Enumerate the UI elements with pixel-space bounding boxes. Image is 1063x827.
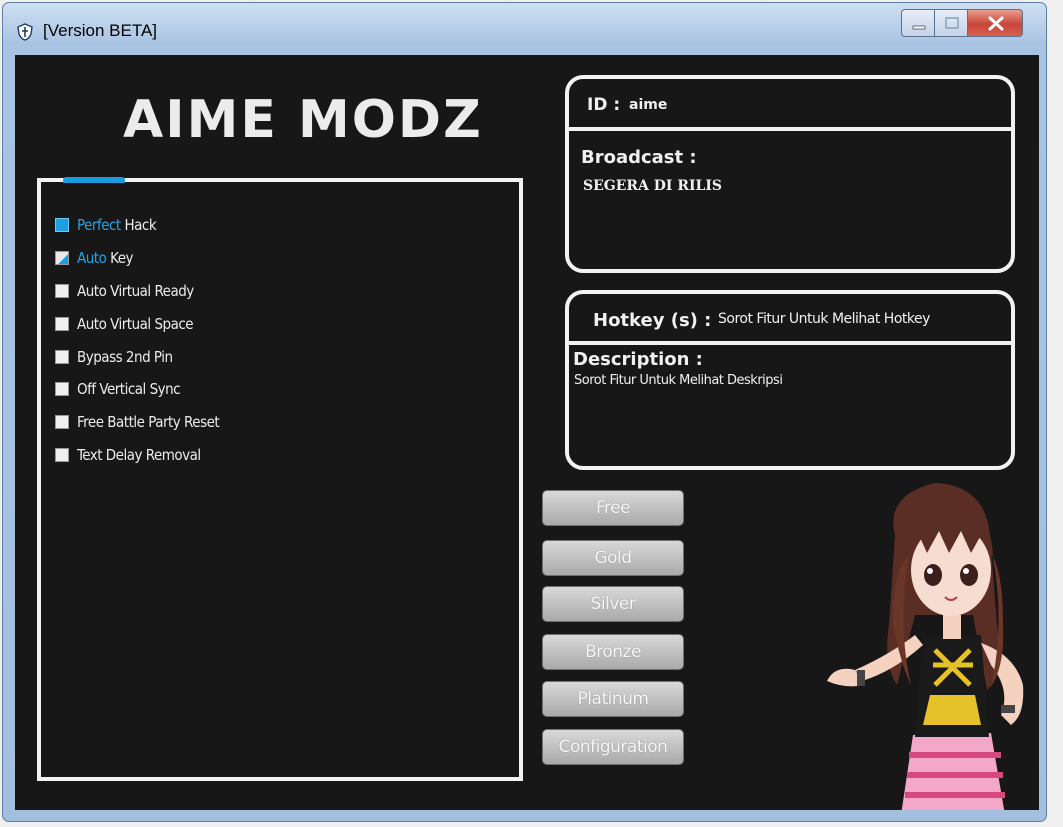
broadcast-label: Broadcast : bbox=[581, 147, 697, 168]
checkbox[interactable] bbox=[55, 218, 69, 232]
feature-label: Auto Virtual Space bbox=[77, 315, 194, 333]
feature-label: Free Battle Party Reset bbox=[77, 413, 220, 431]
hotkey-panel: Hotkey (s) : Sorot Fitur Untuk Melihat H… bbox=[565, 290, 1015, 470]
app-window: [Version BETA] AIME MODZ Perfect Hack Au… bbox=[2, 2, 1047, 822]
client-area: AIME MODZ Perfect Hack Auto Key Auto Vir… bbox=[15, 55, 1039, 810]
checkbox[interactable] bbox=[55, 350, 69, 364]
id-value: aime bbox=[629, 97, 668, 113]
maximize-icon bbox=[945, 17, 959, 29]
feature-label: Text Delay Removal bbox=[77, 446, 201, 464]
character-illustration bbox=[827, 483, 1024, 810]
feature-label: Bypass 2nd Pin bbox=[77, 348, 173, 366]
broadcast-value: SEGERA DI RILIS bbox=[583, 178, 723, 194]
bronze-button[interactable]: Bronze bbox=[542, 634, 684, 670]
checkbox[interactable] bbox=[55, 415, 69, 429]
logo-text: AIME MODZ bbox=[123, 90, 483, 150]
configuration-button[interactable]: Configuration bbox=[542, 729, 684, 765]
checkbox[interactable] bbox=[55, 382, 69, 396]
platinum-button[interactable]: Platinum bbox=[542, 681, 684, 717]
checkbox[interactable] bbox=[55, 317, 69, 331]
checkbox[interactable] bbox=[55, 251, 69, 265]
feature-label-highlight: Perfect bbox=[77, 216, 121, 234]
close-icon bbox=[988, 16, 1004, 31]
feature-tab-indicator bbox=[63, 177, 125, 183]
minimize-icon bbox=[912, 25, 926, 30]
description-label: Description : bbox=[573, 349, 703, 370]
id-label: ID : bbox=[587, 95, 621, 115]
app-shield-icon bbox=[17, 23, 33, 41]
feature-list-panel: Perfect Hack Auto Key Auto Virtual Ready… bbox=[37, 177, 523, 781]
hotkey-value: Sorot Fitur Untuk Melihat Hotkey bbox=[718, 311, 930, 327]
description-value: Sorot Fitur Untuk Melihat Deskripsi bbox=[574, 373, 783, 388]
checkbox[interactable] bbox=[55, 284, 69, 298]
title-bar[interactable]: [Version BETA] bbox=[3, 3, 1046, 55]
close-button[interactable] bbox=[967, 9, 1023, 37]
info-panel: ID : aime Broadcast : SEGERA DI RILIS bbox=[565, 75, 1015, 273]
divider bbox=[569, 127, 1011, 131]
free-button[interactable]: Free bbox=[542, 490, 684, 526]
feature-label-text: Hack bbox=[120, 216, 157, 234]
maximize-button[interactable] bbox=[934, 9, 968, 37]
window-title: [Version BETA] bbox=[43, 21, 158, 40]
checkbox[interactable] bbox=[55, 448, 69, 462]
feature-label: Auto Key bbox=[77, 249, 134, 267]
feature-label-text: Key bbox=[106, 249, 134, 267]
feature-label: Auto Virtual Ready bbox=[77, 282, 194, 300]
hotkey-label: Hotkey (s) : bbox=[593, 310, 712, 331]
feature-label: Perfect Hack bbox=[77, 216, 157, 234]
feature-label-highlight: Auto bbox=[77, 249, 107, 267]
minimize-button[interactable] bbox=[901, 9, 935, 37]
gold-button[interactable]: Gold bbox=[542, 540, 684, 576]
feature-label: Off Vertical Sync bbox=[77, 380, 181, 398]
divider bbox=[569, 341, 1011, 345]
silver-button[interactable]: Silver bbox=[542, 586, 684, 622]
